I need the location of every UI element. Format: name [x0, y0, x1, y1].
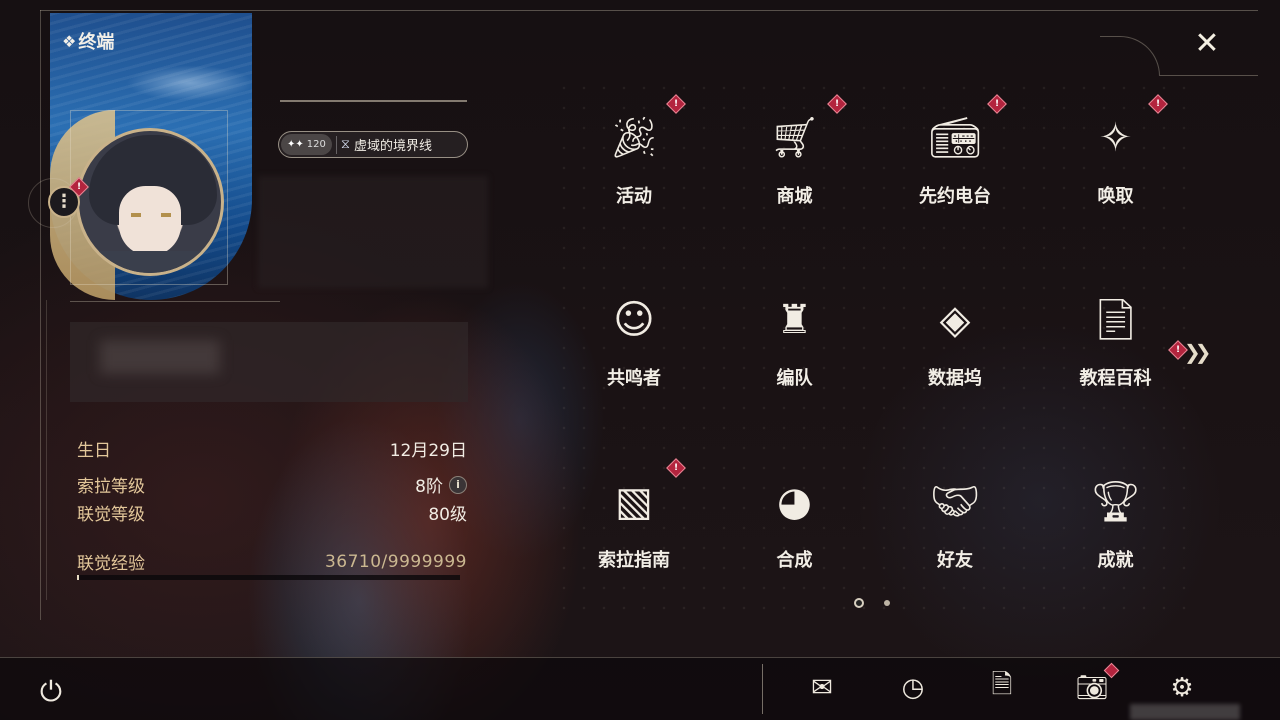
card-divider	[70, 301, 280, 302]
frame-line-top	[40, 10, 1258, 11]
menu-tile-events[interactable]: 🎉︎ 活动!	[554, 78, 714, 260]
menu-tile-label: 合成	[776, 550, 813, 571]
resonator-head-icon: ☺	[613, 297, 655, 343]
power-icon[interactable]: ⏻	[32, 673, 70, 711]
player-name-underline	[280, 100, 467, 102]
terminal-title-text: 终端	[78, 32, 115, 53]
alert-badge-icon: !	[1147, 94, 1168, 114]
menu-tile-synthesis[interactable]: ◕ 合成	[715, 442, 875, 624]
exp-progress-fill	[77, 575, 79, 580]
camera-icon[interactable]: 📷︎	[1072, 668, 1112, 708]
menu-tile-resonators[interactable]: ☺ 共鸣者	[554, 260, 714, 442]
team-chess-icon: ♜	[776, 297, 813, 343]
frame-line-left	[40, 10, 41, 620]
frame-line-left-inner	[46, 300, 47, 600]
menu-tile-pioneer-radio[interactable]: 📻︎ 先约电台!	[875, 78, 1035, 260]
stat-label: 联觉等级	[77, 505, 145, 525]
uid-redacted	[70, 322, 468, 402]
exp-value: 36710/9999999	[324, 551, 467, 572]
notice-icon[interactable]: 🗎︎	[982, 668, 1022, 708]
stat-value: 12月29日	[389, 441, 467, 461]
menu-tile-team[interactable]: ♜ 编队	[715, 260, 875, 442]
title-badge[interactable]: ✦✦ 120 ⧖ 虚域的境界线	[278, 131, 468, 158]
menu-tile-label: 唤取	[1097, 186, 1134, 207]
alert-badge-icon: !	[826, 94, 847, 114]
title-badge-divider	[335, 135, 337, 154]
data-bank-icon: ◈	[939, 297, 971, 343]
menu-tile-label: 好友	[937, 550, 973, 571]
guidebook-compass-icon: ▧	[615, 479, 653, 525]
convene-compass-icon: ✧	[1098, 115, 1133, 161]
events-icon: 🎉︎	[608, 115, 660, 161]
alert-badge-icon: !	[987, 94, 1007, 114]
synthesis-orbs-icon: ◕	[777, 479, 812, 525]
title-level: 120	[306, 139, 326, 150]
gear-icon[interactable]: ⚙	[1162, 668, 1202, 708]
signature-redacted	[258, 176, 488, 288]
stat-label: 联觉经验	[77, 554, 145, 574]
radio-record-icon: 📻︎	[929, 115, 981, 161]
sparkle-icon: ✦✦	[287, 139, 304, 150]
page-dot[interactable]	[854, 598, 864, 608]
tutorial-doc-icon: 📄︎	[1090, 297, 1141, 343]
page-indicator	[854, 598, 890, 608]
menu-tile-label: 教程百科	[1079, 368, 1152, 389]
close-icon[interactable]: ✕	[1186, 22, 1228, 64]
alert-badge-icon: !	[666, 458, 686, 478]
hourglass-icon: ⧖	[340, 137, 350, 152]
clock-icon[interactable]: ◷	[893, 668, 933, 708]
menu-tile-convene[interactable]: ✧ 唤取!	[1036, 78, 1196, 260]
bottom-bar-divider	[762, 664, 763, 714]
stat-label: 索拉等级	[77, 477, 145, 497]
shop-cart-icon: 🛒︎	[769, 115, 820, 161]
info-icon[interactable]: i	[449, 475, 467, 494]
menu-tile-data-bank[interactable]: ◈ 数据坞	[875, 260, 1035, 442]
menu-tile-label: 数据坞	[928, 368, 982, 389]
stat-union-level: 联觉等级 80级	[77, 500, 467, 525]
title-name: 虚域的境界线	[354, 139, 433, 154]
page-dot[interactable]	[884, 600, 890, 606]
frame-line-right	[1160, 75, 1258, 76]
exp-progress-bar	[77, 575, 460, 580]
terminal-diamond-icon: ❖	[62, 31, 76, 51]
menu-tile-label: 活动	[616, 186, 652, 207]
stat-sol-rank: 索拉等级 8阶 i	[77, 472, 467, 497]
corner-glow	[1130, 704, 1240, 720]
handshake-icon: 🤝︎	[929, 479, 981, 525]
stat-birthday: 生日 12月29日	[77, 436, 467, 461]
menu-tile-achievements[interactable]: 🏆︎ 成就	[1036, 442, 1196, 624]
menu-tile-shop[interactable]: 🛒︎ 商城!	[715, 78, 875, 260]
stat-label: 生日	[77, 441, 111, 461]
menu-tile-guidebook[interactable]: ▧ 索拉指南!	[554, 442, 714, 624]
menu-tile-label: 共鸣者	[607, 368, 661, 389]
menu-tile-label: 成就	[1097, 550, 1134, 571]
trophy-icon: 🏆︎	[1090, 479, 1141, 525]
menu-tile-label: 索拉指南	[598, 550, 670, 571]
avatar[interactable]	[76, 128, 224, 276]
menu-tile-label: 商城	[776, 186, 813, 207]
stat-value: 8阶 i	[415, 472, 467, 497]
menu-tile-friends[interactable]: 🤝︎ 好友	[875, 442, 1035, 624]
menu-grid: 🎉︎ 活动! 🛒︎ 商城! 📻︎ 先约电台! ✧ 唤取! ☺ 共鸣者 ♜ 编队 ◈ 数据坞 📄︎ 教程百科 ▧ 索…	[554, 78, 1196, 624]
stat-value: 80级	[428, 505, 467, 525]
mail-icon[interactable]: ✉	[802, 668, 842, 708]
next-page-icon[interactable]: ❯❯	[1184, 340, 1211, 364]
stat-union-exp: 联觉经验 36710/9999999	[77, 549, 467, 575]
terminal-title: ❖ 终端	[62, 28, 114, 54]
title-level-chip: ✦✦ 120	[281, 134, 332, 155]
menu-tile-label: 编队	[776, 368, 813, 389]
alert-badge-icon: !	[666, 94, 686, 114]
menu-tile-label: 先约电台	[919, 186, 991, 207]
